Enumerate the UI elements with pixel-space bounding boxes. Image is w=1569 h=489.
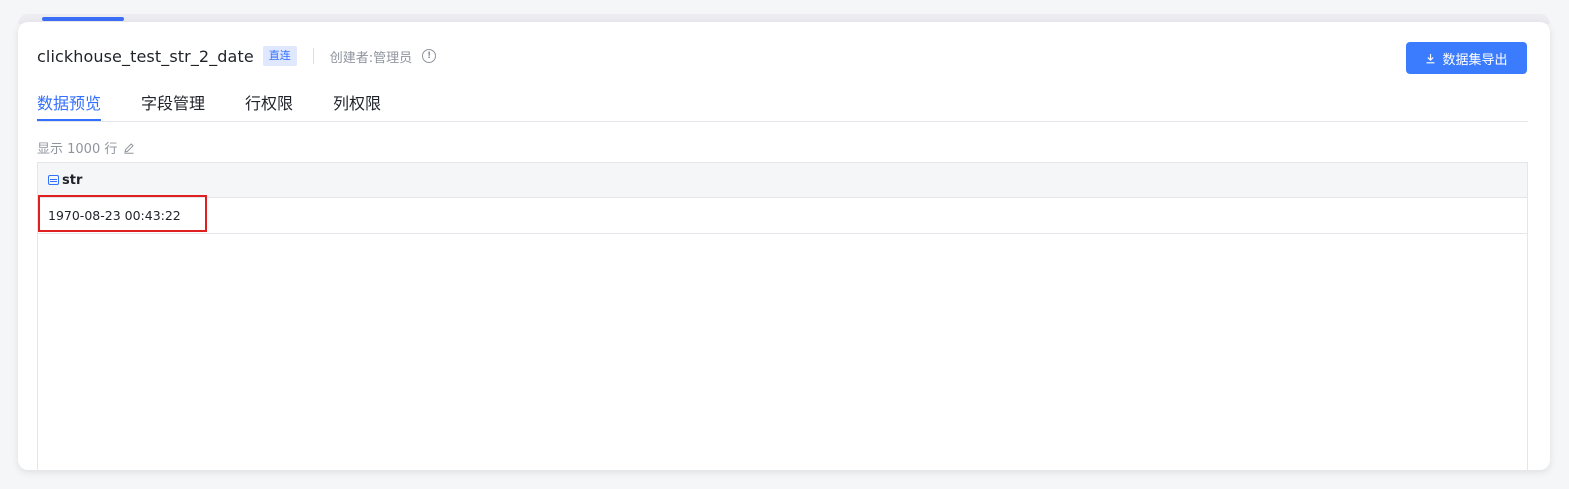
data-preview-table: str 1970-08-23 00:43:22 — [37, 162, 1528, 470]
tab-row-permission[interactable]: 行权限 — [245, 90, 293, 120]
row-count-setting: 显示 1000 行 — [37, 138, 135, 157]
export-button-label: 数据集导出 — [1442, 51, 1508, 67]
header-divider — [312, 48, 314, 64]
tab-bar: 数据预览 字段管理 行权限 列权限 — [37, 86, 1528, 122]
tab-column-permission[interactable]: 列权限 — [333, 90, 381, 120]
pencil-icon[interactable] — [123, 142, 135, 154]
export-dataset-button[interactable]: 数据集导出 — [1406, 42, 1527, 74]
dataset-title: clickhouse_test_str_2_date — [37, 46, 254, 66]
connection-type-badge: 直连 — [262, 46, 297, 66]
string-type-icon — [48, 175, 59, 185]
top-active-indicator — [42, 17, 124, 21]
column-header-str[interactable]: str — [62, 173, 82, 188]
info-circle-icon[interactable]: ! — [422, 49, 437, 63]
creator-label: 创建者:管理员 — [329, 50, 413, 66]
tab-data-preview[interactable]: 数据预览 — [37, 90, 102, 121]
row-count-label: 显示 1000 行 — [37, 142, 118, 157]
tab-field-management[interactable]: 字段管理 — [141, 90, 205, 120]
table-cell: 1970-08-23 00:43:22 — [48, 208, 181, 223]
table-header-row: str — [38, 163, 1527, 198]
dataset-panel: clickhouse_test_str_2_date 直连 创建者:管理员 ! … — [18, 22, 1550, 470]
download-icon — [1425, 53, 1436, 64]
dataset-header: clickhouse_test_str_2_date 直连 创建者:管理员 ! — [37, 42, 437, 70]
table-row: 1970-08-23 00:43:22 — [38, 198, 1527, 234]
